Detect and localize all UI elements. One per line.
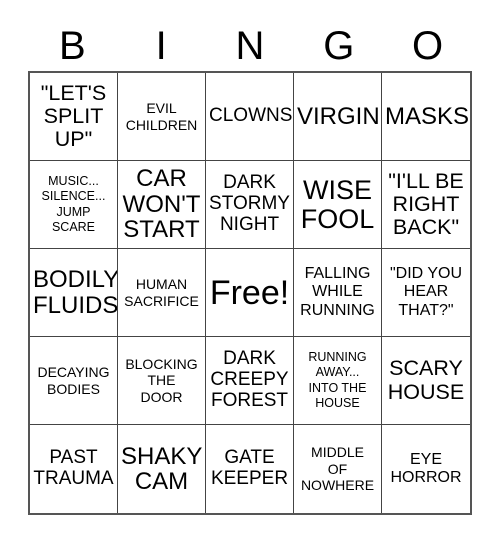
bingo-cell-label: DARK STORMY NIGHT (209, 172, 290, 235)
bingo-card: B I N G O "LET'S SPLIT UP" EVIL CHILDREN C… (0, 0, 500, 544)
bingo-cell-label: GATE KEEPER (210, 447, 289, 489)
bingo-cell[interactable]: GATE KEEPER (206, 425, 294, 513)
bingo-cell-label: VIRGIN (297, 102, 380, 130)
bingo-cell[interactable]: RUNNING AWAY... INTO THE HOUSE (294, 337, 382, 425)
bingo-cell-label: CLOWNS (209, 105, 293, 127)
bingo-cell-label: "LET'S SPLIT UP" (40, 80, 107, 152)
bingo-cell[interactable]: "I'LL BE RIGHT BACK" (382, 161, 470, 249)
bingo-cell-label: RUNNING AWAY... INTO THE HOUSE (308, 350, 367, 410)
bingo-cell-label: MASKS (385, 102, 470, 130)
bingo-cell[interactable]: SCARY HOUSE (382, 337, 470, 425)
bingo-cell-label: SCARY HOUSE (387, 356, 465, 404)
bingo-cell-label: "I'LL BE RIGHT BACK" (388, 168, 464, 240)
bingo-cell[interactable]: PAST TRAUMA (30, 425, 118, 513)
bingo-cell-label: MIDDLE OF NOWHERE (300, 444, 375, 494)
bingo-cell-label: BLOCKING THE DOOR (125, 355, 198, 405)
bingo-cell[interactable]: "DID YOU HEAR THAT?" (382, 249, 470, 337)
bingo-cell[interactable]: DARK STORMY NIGHT (206, 161, 294, 249)
bingo-cell[interactable]: FALLING WHILE RUNNING (294, 249, 382, 337)
header-letter-i: I (155, 24, 167, 68)
bingo-cell-label: "DID YOU HEAR THAT?" (389, 265, 463, 319)
bingo-cell[interactable]: VIRGIN (294, 73, 382, 161)
bingo-cell[interactable]: EVIL CHILDREN (118, 73, 206, 161)
header-letter-n: N (235, 24, 265, 68)
header-letter-g: G (323, 24, 355, 68)
bingo-cell[interactable]: WISE FOOL (294, 161, 382, 249)
bingo-cell[interactable]: "LET'S SPLIT UP" (30, 73, 118, 161)
bingo-free-space-cell[interactable]: Free! (206, 249, 294, 337)
bingo-grid: "LET'S SPLIT UP" EVIL CHILDREN CLOWNS VIRGI… (28, 71, 472, 515)
bingo-cell[interactable]: BODILY FLUIDS (30, 249, 118, 337)
bingo-cell-label: EVIL CHILDREN (125, 99, 198, 133)
bingo-cell[interactable]: BLOCKING THE DOOR (118, 337, 206, 425)
bingo-cell-label: HUMAN SACRIFICE (124, 275, 199, 309)
header-letter-b: B (59, 24, 86, 68)
bingo-cell[interactable]: DECAYING BODIES (30, 337, 118, 425)
bingo-cell[interactable]: HUMAN SACRIFICE (118, 249, 206, 337)
bingo-cell[interactable]: MIDDLE OF NOWHERE (294, 425, 382, 513)
bingo-cell-label: WISE FOOL (300, 175, 375, 234)
bingo-cell-label: Free! (209, 273, 290, 312)
bingo-cell-label: BODILY FLUIDS (33, 266, 118, 319)
bingo-cell-label: EYE HORROR (390, 450, 462, 486)
bingo-cell-label: DARK CREEPY FOREST (210, 348, 289, 411)
bingo-header-row: B I N G O (28, 16, 472, 68)
bingo-cell[interactable]: CAR WON'T START (118, 161, 206, 249)
bingo-cell[interactable]: EYE HORROR (382, 425, 470, 513)
bingo-cell[interactable]: CLOWNS (206, 73, 294, 161)
bingo-cell-label: SHAKY CAM (121, 442, 203, 495)
bingo-cell-label: DECAYING BODIES (37, 363, 110, 397)
bingo-cell[interactable]: MUSIC... SILENCE... JUMP SCARE (30, 161, 118, 249)
header-letter-o: O (412, 24, 444, 68)
bingo-cell[interactable]: MASKS (382, 73, 470, 161)
bingo-cell-label: FALLING WHILE RUNNING (300, 265, 375, 319)
bingo-cell[interactable]: DARK CREEPY FOREST (206, 337, 294, 425)
bingo-cell[interactable]: SHAKY CAM (118, 425, 206, 513)
bingo-cell-label: PAST TRAUMA (33, 447, 114, 489)
bingo-cell-label: MUSIC... SILENCE... JUMP SCARE (41, 174, 106, 234)
bingo-cell-label: CAR WON'T START (122, 165, 201, 244)
